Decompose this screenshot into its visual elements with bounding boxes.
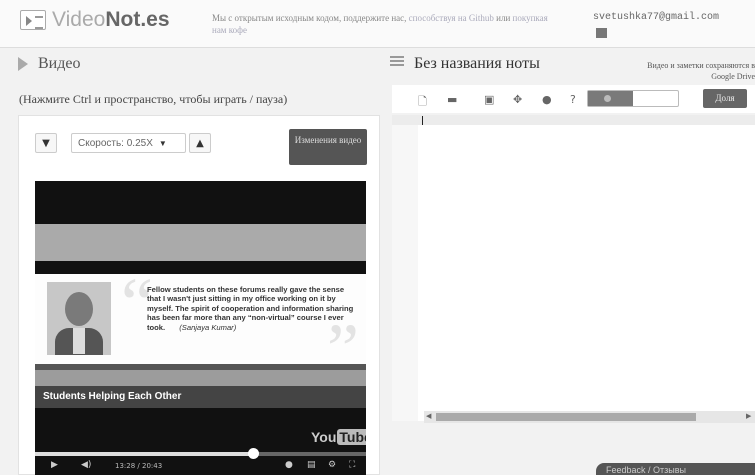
video-triangle-icon — [18, 57, 28, 71]
fullscreen-icon[interactable]: ⛶ — [349, 460, 355, 470]
new-file-icon[interactable]: 🗋 — [418, 93, 427, 112]
support-message: Мы с открытым исходным кодом, поддержите… — [212, 13, 548, 35]
speed-down-button[interactable]: ▼ — [35, 133, 57, 153]
video-card: ▼ Скорость: 0.25X ▼ ▲ Изменения видео “ … — [18, 115, 380, 475]
github-link[interactable]: способствуя на Github — [409, 13, 494, 23]
youtube-logo[interactable]: YouTube — [311, 429, 366, 445]
scroll-left-icon[interactable]: ◀ — [426, 412, 431, 420]
save-icon[interactable]: ▣ — [484, 93, 494, 106]
logo[interactable]: VideoNot.es — [20, 8, 170, 32]
video-band-lower — [35, 370, 366, 386]
captions-icon[interactable]: ● — [285, 460, 293, 470]
change-video-button[interactable]: Изменения видео — [289, 129, 367, 165]
notes-toolbar: 🗋 ▬ ▣ ✥ ● ? Доля — [392, 85, 755, 113]
video-panel-header: Видео — [18, 55, 80, 73]
editor-horizontal-scrollbar[interactable]: ◀ ▶ — [424, 411, 755, 423]
progress-fill — [35, 452, 254, 456]
time-display: 13:28 / 20:43 — [115, 462, 163, 470]
chevron-down-icon: ▼ — [42, 137, 50, 149]
crosshair-icon[interactable]: ✥ — [513, 93, 522, 106]
keyboard-hint: (Нажмите Ctrl и пространство, чтобы игра… — [19, 92, 288, 106]
logo-icon — [20, 10, 46, 30]
editor-gutter — [392, 115, 418, 421]
note-editor[interactable] — [392, 115, 755, 421]
subtitles-icon[interactable]: ▤ — [307, 460, 316, 470]
drive-save-notice: Видео и заметки сохраняются в Google Dri… — [647, 61, 755, 81]
share-button[interactable]: Доля — [703, 89, 747, 108]
feedback-tab[interactable]: Feedback / Отзывы — [596, 463, 755, 475]
scroll-thumb[interactable] — [436, 413, 696, 421]
player-controls: ▶ ◀) 13:28 / 20:43 ● ▤ ⚙ ⛶ — [35, 457, 366, 475]
chevron-up-icon: ▲ — [196, 137, 204, 149]
avatar[interactable] — [596, 28, 607, 38]
video-band — [35, 224, 366, 261]
editor-active-line — [392, 115, 755, 125]
logo-text: VideoNot.es — [52, 8, 170, 31]
note-title[interactable]: Без названия ноты — [414, 55, 540, 73]
quote-author: (Sanjaya Kumar) — [179, 322, 237, 332]
speaker-photo — [47, 282, 111, 355]
app-header: VideoNot.es Мы с открытым исходным кодом… — [0, 0, 755, 48]
record-dot-icon — [604, 95, 611, 102]
video-panel-title: Видео — [38, 55, 81, 72]
select-caret-icon: ▼ — [158, 138, 167, 148]
notes-menu-icon[interactable] — [390, 56, 404, 70]
video-progress-bar[interactable] — [35, 448, 366, 459]
scroll-right-icon[interactable]: ▶ — [746, 412, 751, 420]
quote-text: Fellow students on these forums really g… — [147, 285, 354, 332]
speed-label: Скорость: 0.25X — [78, 137, 153, 149]
volume-icon[interactable]: ◀) — [81, 460, 91, 470]
video-player[interactable]: “ ” Fellow students on these forums real… — [35, 181, 366, 475]
speed-select[interactable]: Скорость: 0.25X ▼ — [71, 133, 186, 153]
help-icon[interactable]: ? — [570, 93, 576, 106]
video-banner: Students Helping Each Other — [35, 386, 366, 408]
record-icon[interactable]: ● — [542, 93, 552, 106]
open-folder-icon[interactable]: ▬ — [447, 93, 457, 106]
settings-gear-icon[interactable]: ⚙ — [328, 460, 336, 470]
text-cursor — [422, 116, 423, 125]
video-quote-slide: “ ” Fellow students on these forums real… — [35, 263, 366, 389]
play-icon[interactable]: ▶ — [51, 460, 58, 470]
speed-up-button[interactable]: ▲ — [189, 133, 211, 153]
recording-toggle[interactable] — [587, 90, 679, 107]
account-email[interactable]: svetushka77@gmail.com — [593, 12, 719, 23]
